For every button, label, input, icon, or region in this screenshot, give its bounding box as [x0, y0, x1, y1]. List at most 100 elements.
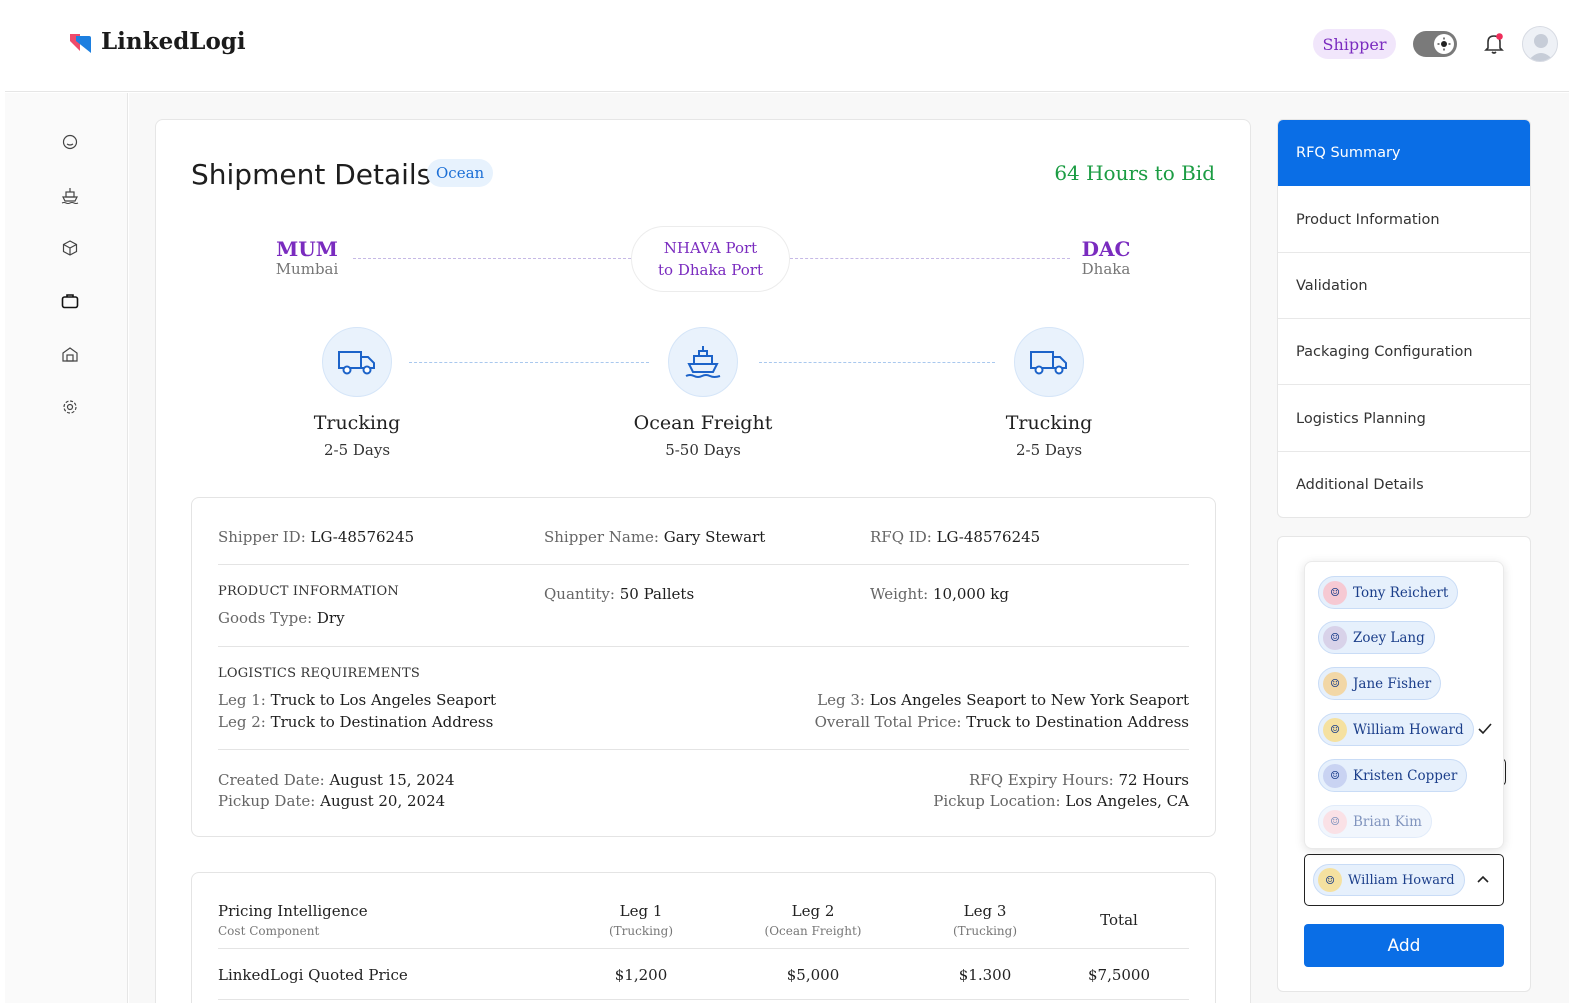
avatar: ☺: [1323, 717, 1347, 742]
quantity: Quantity: 50 Pallets: [544, 585, 695, 603]
ship-nav-icon[interactable]: [60, 185, 80, 205]
leg-3-requirement: Leg 3: Los Angeles Seaport to New York S…: [817, 691, 1189, 709]
leg-days: 2-5 Days: [1015, 441, 1083, 459]
leg-connector: [409, 362, 649, 363]
check-icon: [1478, 723, 1492, 735]
avatar: ☺: [1318, 868, 1342, 892]
pickup-location: Pickup Location: Los Angeles, CA: [933, 792, 1189, 810]
brand[interactable]: LinkedLogi: [67, 28, 246, 55]
shipper-name: Shipper Name: Gary Stewart: [544, 528, 766, 546]
option-label: Jane Fisher: [1353, 675, 1432, 692]
mode-badge: Ocean: [427, 159, 494, 187]
divider: [218, 948, 1189, 949]
truck-icon: [1014, 327, 1084, 397]
page-title: Shipment Details: [191, 158, 432, 191]
column-subheader: (Ocean Freight): [764, 924, 862, 938]
selected-chip: ☺ William Howard: [1313, 864, 1465, 896]
column-header: Leg 2: [791, 902, 835, 920]
avatar: ☺: [1323, 763, 1347, 788]
column-header: Leg 1: [619, 902, 663, 920]
option-tony-reichert[interactable]: ☺ Tony Reichert: [1318, 576, 1459, 609]
assignee-dropdown[interactable]: ☺ Tony Reichert ☺ Zoey Lang ☺ Jane Fishe…: [1304, 561, 1504, 849]
divider: [218, 564, 1189, 565]
logistics-heading: LOGISTICS REQUIREMENTS: [218, 666, 420, 681]
nav-rfq-summary[interactable]: RFQ Summary: [1278, 120, 1530, 186]
goods-type: Goods Type: Dry: [218, 609, 345, 627]
option-label: Brian Kim: [1353, 813, 1422, 830]
notification-bell-icon[interactable]: [1482, 31, 1506, 59]
shipment-info-box: Shipper ID: LG-48576245 Shipper Name: Ga…: [191, 497, 1216, 837]
created-date: Created Date: August 15, 2024: [218, 771, 455, 789]
option-label: Kristen Copper: [1353, 767, 1458, 784]
price-cell: $7,5000: [1087, 966, 1151, 984]
logo-icon: [70, 33, 91, 53]
selected-label: William Howard: [1348, 872, 1455, 888]
nav-packaging-configuration[interactable]: Packaging Configuration: [1278, 319, 1530, 385]
truck-icon: [322, 327, 392, 397]
add-button[interactable]: Add: [1304, 924, 1504, 967]
origin-city: Mumbai: [275, 260, 339, 278]
pricing-title: Pricing Intelligence: [218, 902, 368, 920]
leg-1-requirement: Leg 1: Truck to Los Angeles Seaport: [218, 691, 497, 709]
price-cell: $1.300: [958, 966, 1012, 984]
divider: [218, 999, 1189, 1000]
route-line: [353, 258, 631, 259]
nav-validation[interactable]: Validation: [1278, 253, 1530, 319]
port-pill: NHAVA Port to Dhaka Port: [631, 226, 790, 292]
option-jane-fisher[interactable]: ☺ Jane Fisher: [1318, 667, 1442, 700]
column-header: Leg 3: [963, 902, 1007, 920]
briefcase-icon[interactable]: [60, 291, 80, 311]
settings-icon[interactable]: [60, 397, 80, 417]
bid-timer: 64 Hours to Bid: [1054, 161, 1215, 185]
user-avatar[interactable]: [1522, 26, 1558, 62]
package-icon[interactable]: [60, 238, 80, 258]
option-label: Tony Reichert: [1353, 584, 1449, 601]
price-cell: $5,000: [786, 966, 840, 984]
divider: [218, 749, 1189, 750]
avatar: ☺: [1323, 809, 1347, 834]
column-subheader: (Trucking): [608, 924, 674, 938]
rfq-expiry: RFQ Expiry Hours: 72 Hours: [969, 771, 1189, 789]
pricing-subtitle: Cost Component: [218, 924, 320, 938]
assignee-select[interactable]: ☺ William Howard: [1304, 854, 1504, 906]
leg-name: Ocean Freight: [633, 412, 773, 434]
role-badge[interactable]: Shipper: [1313, 29, 1396, 59]
destination-city: Dhaka: [1081, 260, 1131, 278]
destination-code: DAC: [1081, 237, 1131, 261]
option-william-howard[interactable]: ☺ William Howard: [1318, 713, 1474, 746]
chevron-up-icon[interactable]: [1477, 875, 1489, 883]
dashboard-icon[interactable]: [60, 132, 80, 152]
route-line: [790, 258, 1070, 259]
warehouse-icon[interactable]: [60, 344, 80, 364]
port-line-2: to Dhaka Port: [658, 261, 763, 279]
leg-name: Trucking: [1005, 412, 1093, 434]
origin-code: MUM: [276, 237, 338, 261]
shipment-details-card: Shipment Details Ocean 64 Hours to Bid M…: [155, 119, 1251, 1003]
avatar: ☺: [1323, 625, 1347, 650]
top-bar: LinkedLogi Shipper: [5, 0, 1569, 92]
leg-days: 5-50 Days: [665, 441, 741, 459]
shipper-id: Shipper ID: LG-48576245: [218, 528, 415, 546]
sidebar: [5, 93, 128, 1003]
avatar: ☺: [1323, 580, 1347, 605]
port-line-1: NHAVA Port: [663, 239, 758, 257]
sun-icon: [1434, 34, 1454, 54]
nav-logistics-planning[interactable]: Logistics Planning: [1278, 386, 1530, 452]
theme-toggle[interactable]: [1413, 31, 1457, 57]
option-brian-kim[interactable]: ☺ Brian Kim: [1318, 805, 1432, 838]
ship-icon: [668, 327, 738, 397]
option-kristen-copper[interactable]: ☺ Kristen Copper: [1318, 759, 1468, 792]
rfq-nav: RFQ Summary Product Information Validati…: [1277, 119, 1531, 518]
overall-total-price: Overall Total Price: Truck to Destinatio…: [814, 713, 1189, 731]
option-label: Zoey Lang: [1353, 629, 1425, 646]
nav-additional-details[interactable]: Additional Details: [1278, 452, 1530, 517]
option-label: William Howard: [1353, 721, 1464, 738]
leg-2-requirement: Leg 2: Truck to Destination Address: [218, 713, 494, 731]
brand-name: LinkedLogi: [101, 28, 246, 55]
rfq-id: RFQ ID: LG-48576245: [870, 528, 1041, 546]
row-label: LinkedLogi Quoted Price: [218, 966, 408, 984]
nav-product-information[interactable]: Product Information: [1278, 187, 1530, 253]
leg-days: 2-5 Days: [323, 441, 391, 459]
column-header: Total: [1100, 911, 1138, 929]
option-zoey-lang[interactable]: ☺ Zoey Lang: [1318, 621, 1435, 654]
